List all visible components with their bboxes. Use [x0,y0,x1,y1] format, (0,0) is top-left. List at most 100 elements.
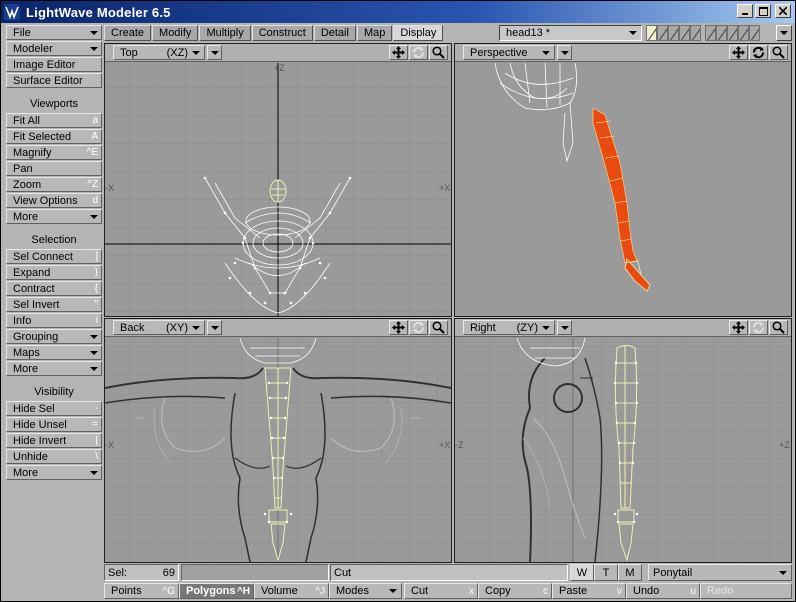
viewport-canvas-perspective[interactable] [455,63,791,316]
info-button[interactable]: Info i [6,313,102,328]
polygons-mode-button[interactable]: Polygons ^H [179,583,254,599]
shortcut-hint: = [92,419,98,430]
paste-button[interactable]: Paste v [552,583,626,599]
redo-button[interactable]: Redo [700,583,792,599]
maps-label: Maps [13,346,40,359]
pan-view-button[interactable] [729,45,748,60]
axis-label: +Z [274,63,285,73]
undo-button[interactable]: Undo u [626,583,700,599]
tab-map[interactable]: Map [356,25,393,41]
rotate-view-button[interactable] [409,45,428,60]
fit-selected-button[interactable]: Fit Selected A [6,129,102,144]
view-type-dropdown[interactable]: Perspective [463,45,555,60]
maps-menu-button[interactable]: Maps [6,345,102,360]
minimize-button[interactable] [737,4,753,18]
tab-modify[interactable]: Modify [152,25,199,41]
view-type-dropdown[interactable]: Top (XZ) [113,45,205,60]
move-arrows-icon [732,46,745,59]
zoom-view-button[interactable] [429,320,448,335]
hide-invert-button[interactable]: Hide Invert | [6,433,102,448]
fit-all-button[interactable]: Fit All a [6,113,102,128]
viewports-more-button[interactable]: More [6,209,102,224]
chevron-down-icon [90,214,98,219]
render-mode-dropdown[interactable] [207,45,222,60]
viewport-right[interactable]: Right (ZY) -Z +Z [454,318,792,563]
file-menu-button[interactable]: File [6,25,102,40]
unhide-button[interactable]: Unhide \ [6,449,102,464]
viewport-back[interactable]: Back (XY) -X +X [104,318,452,563]
tab-detail[interactable]: Detail [313,25,356,41]
layer-5-button[interactable] [690,25,701,41]
grouping-menu-button[interactable]: Grouping [6,329,102,344]
sel-invert-button[interactable]: Sel Invert " [6,297,102,312]
cut-label: Cut [411,585,429,597]
zoom-button[interactable]: Zoom ^Z [6,177,102,192]
tab-display[interactable]: Display [393,25,444,41]
texture-map-toggle[interactable]: T [594,564,618,581]
zoom-view-button[interactable] [429,45,448,60]
viewport-canvas-right[interactable]: -Z +Z [455,338,791,562]
pan-label: Pan [13,162,33,175]
layer-6-button[interactable] [705,25,716,41]
layer-bank-dropdown[interactable] [776,25,792,41]
object-name: head13 * [506,27,551,39]
object-selector-dropdown[interactable]: head13 * [499,25,642,41]
zoom-view-button[interactable] [769,320,788,335]
hide-unsel-button[interactable]: Hide Unsel = [6,417,102,432]
layer-10-button[interactable] [749,25,760,41]
modeler-menu-button[interactable]: Modeler [6,41,102,56]
zoom-view-button[interactable] [769,45,788,60]
tab-construct[interactable]: Construct [251,25,313,41]
copy-button[interactable]: Copy c [478,583,552,599]
expand-button[interactable]: Expand} [6,265,102,280]
contract-button[interactable]: Contract { [6,281,102,296]
pan-button[interactable]: Pan [6,161,102,176]
visibility-more-button[interactable]: More [6,465,102,480]
view-type-dropdown[interactable]: Back (XY) [113,320,205,335]
hide-sel-button[interactable]: Hide Sel - [6,401,102,416]
chevron-down-icon [779,570,787,575]
points-mode-button[interactable]: Points ^G [104,583,179,599]
render-mode-dropdown[interactable] [557,45,572,60]
view-type-dropdown[interactable]: Right (ZY) [463,320,555,335]
selection-more-button[interactable]: More [6,361,102,376]
layer-4-button[interactable] [679,25,690,41]
layer-7-button[interactable] [716,25,727,41]
layer-1-button[interactable] [646,25,657,41]
viewport-top[interactable]: Top (XZ) +Z -X +X [104,43,452,317]
rotate-view-button[interactable] [409,320,428,335]
layer-9-button[interactable] [738,25,749,41]
redo-label: Redo [707,585,734,597]
render-mode-dropdown[interactable] [557,320,572,335]
layer-2-button[interactable] [657,25,668,41]
rotate-view-button[interactable] [749,45,768,60]
image-editor-button[interactable]: Image Editor [6,57,102,72]
tab-multiply[interactable]: Multiply [199,25,251,41]
volume-mode-button[interactable]: Volume ^J [254,583,329,599]
close-button[interactable] [775,4,791,18]
layer-8-button[interactable] [727,25,738,41]
rotate-icon [413,46,424,59]
surface-map-dropdown[interactable]: Ponytail [648,564,792,581]
layer-3-button[interactable] [668,25,679,41]
modes-dropdown[interactable]: Modes [329,583,402,599]
viewport-toolbar: Top (XZ) [105,44,451,62]
modeler-label: Modeler [13,42,53,55]
maximize-button[interactable] [755,4,771,18]
cut-button[interactable]: Cut x [404,583,478,599]
pan-view-button[interactable] [729,320,748,335]
rotate-view-button[interactable] [749,320,768,335]
magnify-button[interactable]: Magnify ^E [6,145,102,160]
viewport-perspective[interactable]: Perspective [454,43,792,317]
surface-editor-button[interactable]: Surface Editor [6,73,102,88]
morph-map-toggle[interactable]: M [618,564,642,581]
view-options-button[interactable]: View Options d [6,193,102,208]
render-mode-dropdown[interactable] [207,320,222,335]
viewport-canvas-back[interactable]: -X +X [105,338,451,562]
tab-create[interactable]: Create [104,25,152,41]
viewport-canvas-top[interactable]: +Z -X +X [105,63,451,316]
pan-view-button[interactable] [389,45,408,60]
weight-map-toggle[interactable]: W [570,564,594,581]
sel-connect-button[interactable]: Sel Connect] [6,249,102,264]
pan-view-button[interactable] [389,320,408,335]
